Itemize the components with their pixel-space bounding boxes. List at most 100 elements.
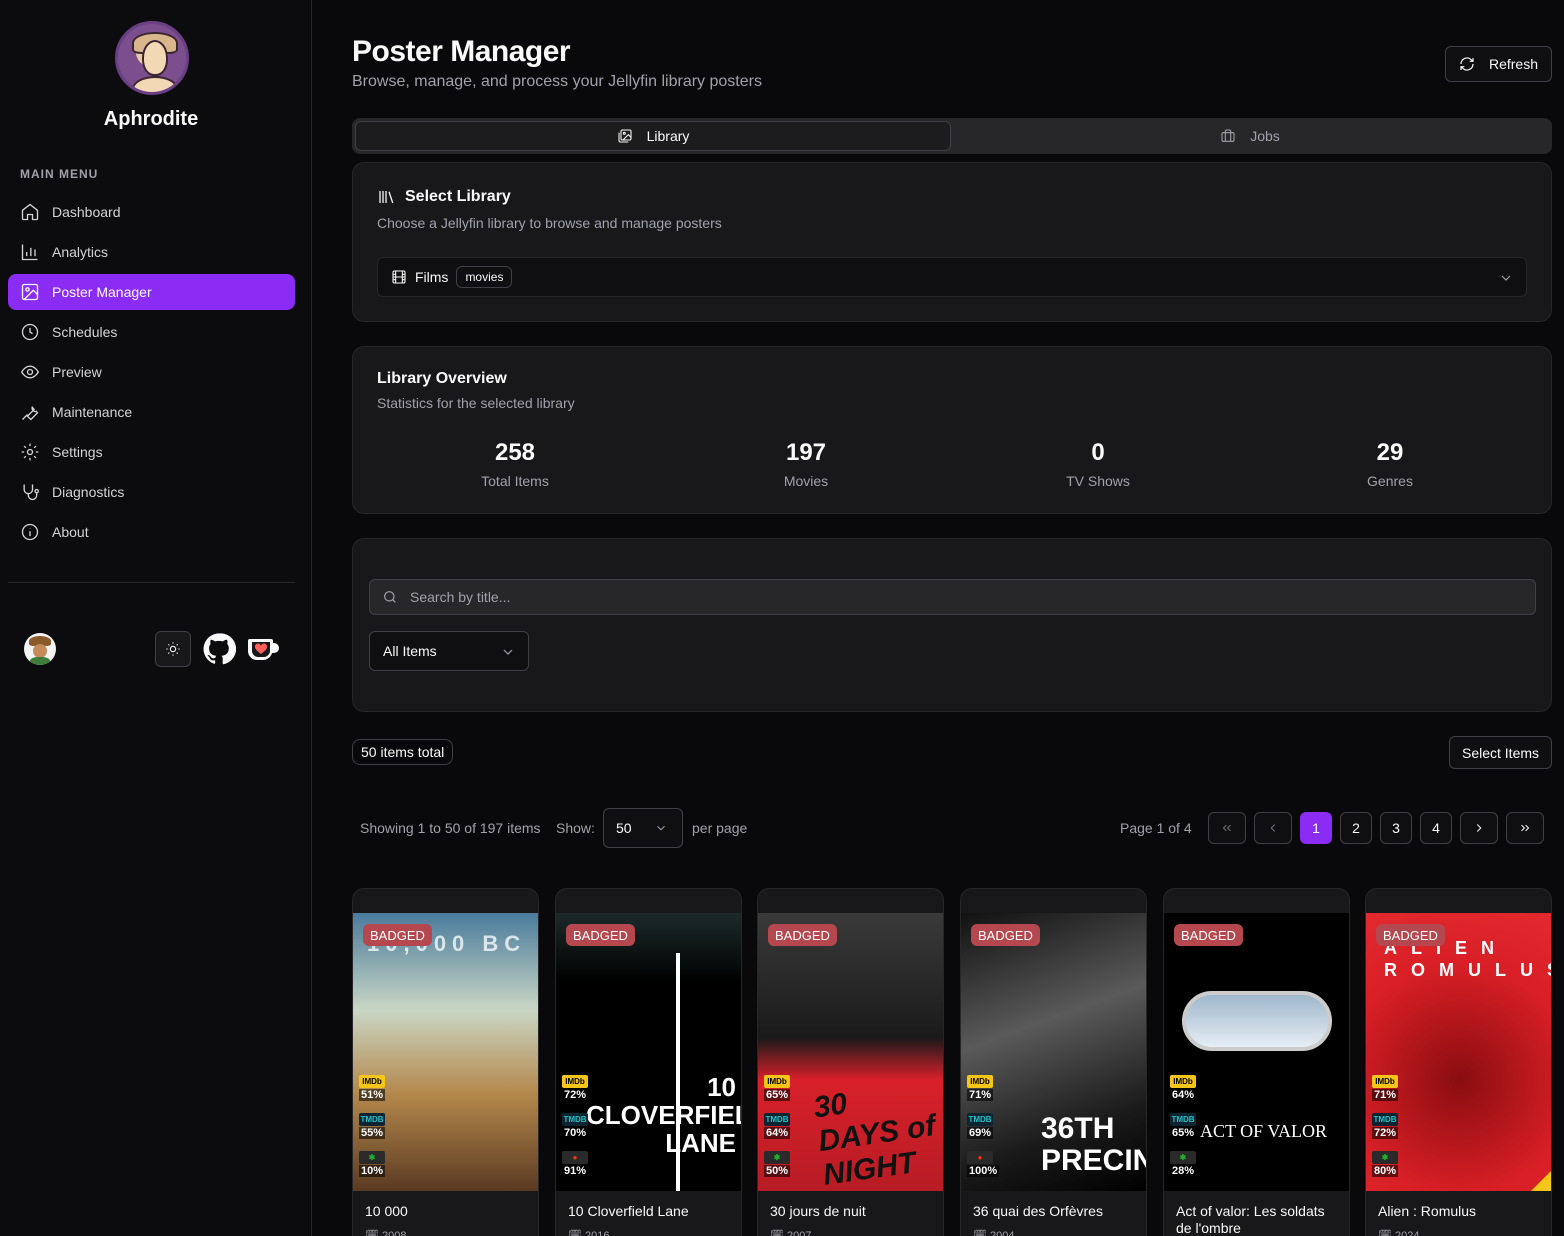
tmdb-score: 72%: [1372, 1127, 1399, 1139]
poster-card[interactable]: 30 DAYS of NIGHT BADGED IMDb 65% TMDB 64% …: [757, 888, 944, 1236]
imdb-rating: IMDb 72%: [562, 1075, 592, 1101]
imdb-logo-icon: IMDb: [359, 1075, 385, 1088]
sidebar-item-maintenance[interactable]: Maintenance: [8, 394, 295, 430]
poster-card[interactable]: 10,000 BC BADGED IMDb 51% TMDB 55% ✱ 10% 10…: [352, 888, 539, 1236]
poster-card[interactable]: 36TH PRECINCT BADGED IMDb71% TMDB69% ●10…: [960, 888, 1147, 1236]
first-page-button[interactable]: [1208, 812, 1246, 844]
sidebar-item-diagnostics[interactable]: Diagnostics: [8, 474, 295, 510]
tmdb-logo-icon: TMDB: [764, 1113, 790, 1126]
poster-image: 30 DAYS of NIGHT: [758, 913, 943, 1191]
tmdb-logo-icon: TMDB: [359, 1113, 385, 1126]
filter-card: All Items: [352, 538, 1552, 712]
per-page-value: 50: [616, 820, 632, 836]
tab-bar: Library Jobs: [352, 118, 1552, 154]
imdb-logo-icon: IMDb: [764, 1075, 790, 1088]
per-page-select[interactable]: 50: [603, 808, 683, 848]
chevron-down-icon: [503, 649, 513, 655]
per-page-label: per page: [692, 820, 748, 836]
poster-art-title: ACT OF VALOR: [1200, 1121, 1328, 1141]
stat-movies: 197 Movies: [661, 439, 951, 489]
select-items-button[interactable]: Select Items: [1449, 736, 1552, 769]
chevron-right-icon: [1476, 824, 1482, 832]
clock-icon: [21, 323, 39, 341]
refresh-label: Refresh: [1488, 56, 1539, 72]
library-select[interactable]: Films movies: [377, 257, 1527, 297]
previous-page-button[interactable]: [1254, 812, 1292, 844]
imdb-score: 71%: [967, 1089, 994, 1101]
select-library-title-text: Select Library: [405, 188, 511, 205]
page-indicator: Page 1 of 4: [1120, 820, 1192, 836]
select-library-card: Select Library Choose a Jellyfin library…: [352, 162, 1552, 322]
sidebar-item-poster-manager[interactable]: Poster Manager: [8, 274, 295, 310]
theme-toggle-button[interactable]: [155, 631, 191, 667]
imdb-rating: IMDb 65%: [764, 1075, 794, 1101]
tmdb-score: 70%: [562, 1127, 589, 1139]
rt-score: 91%: [562, 1165, 589, 1177]
kofi-cup-icon[interactable]: [246, 633, 280, 665]
main-menu: Dashboard Analytics Poster Manager Sched…: [8, 194, 295, 554]
brand-name: Aphrodite: [103, 108, 199, 130]
rt-score: 100%: [967, 1165, 1000, 1177]
chevron-down-icon: [1501, 275, 1511, 281]
sidebar-item-settings[interactable]: Settings: [8, 434, 295, 470]
image-icon: [21, 283, 39, 301]
poster-art-title: 36TH PRECINCT: [1041, 1112, 1146, 1177]
chevron-left-icon: [1270, 824, 1276, 832]
sidebar-item-schedules[interactable]: Schedules: [8, 314, 295, 350]
sidebar-item-label: Diagnostics: [52, 484, 125, 500]
badged-tag: BADGED: [768, 924, 837, 946]
poster-card[interactable]: ALIEN ROMULUS BADGED IMDb71% TMDB72% ✱80…: [1365, 888, 1552, 1236]
gear-icon: [21, 443, 39, 461]
sidebar-item-about[interactable]: About: [8, 514, 295, 550]
tmdb-rating: TMDB 69%: [967, 1113, 997, 1139]
sidebar-item-label: Schedules: [52, 324, 118, 340]
user-avatar[interactable]: [24, 633, 56, 665]
stat-total-items: 258 Total Items: [370, 439, 660, 489]
next-page-button[interactable]: [1460, 812, 1498, 844]
tmdb-rating: TMDB 70%: [562, 1113, 592, 1139]
tab-jobs[interactable]: Jobs: [952, 121, 1548, 151]
poster-card[interactable]: 10 CLOVERFIELD LANE BADGED IMDb72% TMDB7…: [555, 888, 742, 1236]
tmdb-score: 65%: [1170, 1127, 1197, 1139]
bar-chart-icon: [21, 244, 38, 261]
items-total-badge: 50 items total: [352, 739, 454, 765]
refresh-button[interactable]: Refresh: [1445, 46, 1552, 82]
menu-section-title: MAIN MENU: [20, 167, 99, 181]
page-button-1[interactable]: 1: [1300, 812, 1332, 844]
sidebar-item-preview[interactable]: Preview: [8, 354, 295, 390]
poster-image: 10,000 BC: [353, 913, 538, 1191]
sidebar-item-label: Dashboard: [52, 204, 121, 220]
rotten-tomatoes-icon: ✱: [359, 1151, 385, 1164]
tmdb-logo-icon: TMDB: [562, 1113, 588, 1126]
poster-image: ALIEN ROMULUS: [1366, 913, 1551, 1191]
imdb-rating: IMDb 64%: [1170, 1075, 1200, 1101]
item-filter-value: All Items: [383, 643, 437, 659]
poster-card[interactable]: ACT OF VALOR BADGED IMDb 64% TMDB 65% ✱ 28%…: [1163, 888, 1350, 1236]
poster-image: ACT OF VALOR: [1164, 913, 1349, 1191]
tmdb-rating: TMDB 64%: [764, 1113, 794, 1139]
github-icon[interactable]: [202, 632, 236, 666]
sidebar: Aphrodite MAIN MENU Dashboard Analytics …: [0, 0, 312, 1236]
tmdb-logo-icon: TMDB: [1372, 1113, 1398, 1126]
tab-library[interactable]: Library: [355, 121, 951, 151]
stat-value: 258: [494, 439, 536, 466]
item-filter-select[interactable]: All Items: [369, 631, 529, 671]
imdb-logo-icon: IMDb: [967, 1075, 993, 1088]
page-button-4[interactable]: 4: [1420, 812, 1452, 844]
page-button-2[interactable]: 2: [1340, 812, 1372, 844]
sidebar-item-dashboard[interactable]: Dashboard: [8, 194, 295, 230]
rotten-tomatoes-icon: ✱: [764, 1151, 790, 1164]
poster-year: 🗓 2016: [568, 1230, 610, 1236]
last-page-button[interactable]: [1506, 812, 1544, 844]
imdb-logo-icon: IMDb: [562, 1075, 588, 1088]
sidebar-item-label: Settings: [52, 444, 103, 460]
badged-tag: BADGED: [363, 924, 432, 946]
poster-year: 🗓 2004: [973, 1230, 1015, 1236]
page-button-3[interactable]: 3: [1380, 812, 1412, 844]
search-input[interactable]: [410, 589, 1510, 605]
sidebar-item-analytics[interactable]: Analytics: [8, 234, 295, 270]
tmdb-score: 55%: [359, 1127, 386, 1139]
stat-label: Movies: [783, 473, 829, 489]
sidebar-item-label: About: [52, 524, 89, 540]
library-icon: [379, 191, 394, 204]
